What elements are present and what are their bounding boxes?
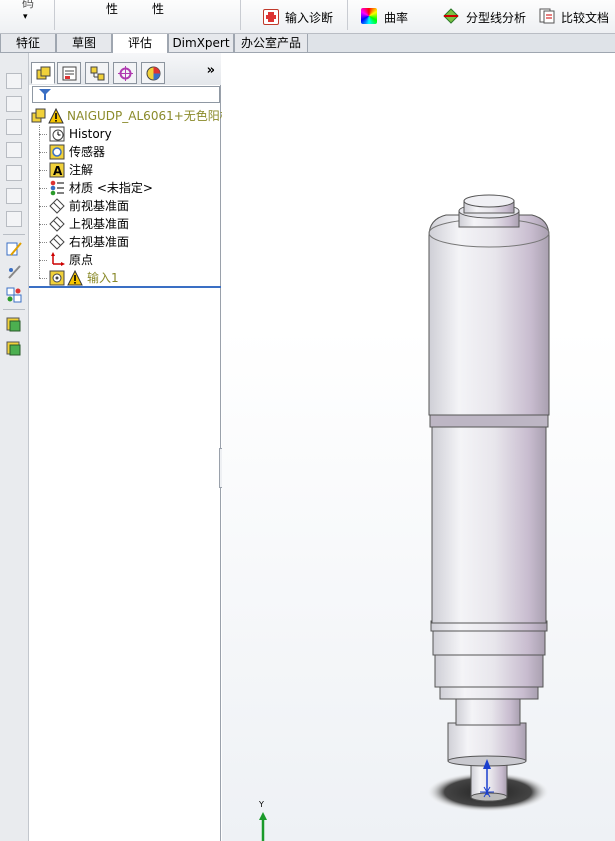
- compare-documents-icon[interactable]: [539, 8, 555, 24]
- curvature-icon[interactable]: [361, 8, 377, 24]
- origin-icon: [51, 252, 65, 266]
- toolbar-label-2[interactable]: 性: [152, 0, 164, 17]
- tree-branch: [39, 152, 47, 153]
- material-icon: [50, 180, 64, 196]
- component-icon[interactable]: [6, 317, 22, 333]
- view-cube-icon[interactable]: [6, 165, 22, 181]
- part-icon: [31, 108, 46, 123]
- dimxpert-manager-tab[interactable]: [113, 62, 137, 84]
- compare-documents-button[interactable]: 比较文档: [561, 9, 609, 26]
- rollback-bar[interactable]: [29, 286, 221, 288]
- warning-icon: [48, 108, 64, 124]
- curvature-button[interactable]: 曲率: [384, 9, 408, 26]
- tree-item-label: 上视基准面: [69, 217, 130, 231]
- import-feature-icon: [49, 270, 65, 286]
- tree-branch: [39, 278, 47, 279]
- triad-y-label: Y: [259, 800, 264, 809]
- import-diagnostics-button[interactable]: 输入诊断: [285, 9, 333, 26]
- toolbar-divider: [54, 0, 55, 30]
- property-manager-tab[interactable]: [57, 62, 81, 84]
- warning-icon: [67, 270, 83, 286]
- part-model: [426, 194, 550, 812]
- tree-item-label: 材质 <未指定>: [69, 181, 153, 195]
- view-cube-icon[interactable]: [6, 119, 22, 135]
- tree-item-label: 注解: [69, 163, 94, 177]
- tree-item-label: 前视基准面: [69, 199, 130, 213]
- feature-tree-filter[interactable]: [32, 86, 220, 103]
- tree-item-label: 输入1: [87, 271, 119, 285]
- relations-icon[interactable]: [6, 287, 22, 303]
- tree-branch: [39, 224, 47, 225]
- tree-branch: [39, 170, 47, 171]
- tree-branch: [39, 260, 47, 261]
- smart-dimension-icon[interactable]: [6, 264, 22, 280]
- command-manager: 码 ▾ 性 性 输入诊断 曲率 分型线分析 比较文档: [0, 0, 615, 34]
- tab-evaluate[interactable]: 评估: [112, 34, 168, 54]
- tab-sketch[interactable]: 草图: [56, 34, 112, 53]
- tree-item-label: History: [69, 127, 112, 141]
- solidworks-window: 码 ▾ 性 性 输入诊断 曲率 分型线分析 比较文档 特征 草图 评估 DimX…: [0, 0, 615, 841]
- tree-connector: [39, 125, 40, 278]
- toolbar-divider: [347, 0, 348, 30]
- command-tabs: 特征 草图 评估 DimXpert 办公室产品: [0, 34, 615, 54]
- import-diagnostics-icon[interactable]: [263, 9, 279, 25]
- view-cube-icon[interactable]: [6, 188, 22, 204]
- filter-icon: [39, 89, 51, 100]
- strip-divider: [3, 234, 25, 235]
- tab-dimxpert[interactable]: DimXpert: [168, 34, 234, 53]
- plane-icon: [49, 216, 65, 232]
- view-cube-icon[interactable]: [6, 96, 22, 112]
- tab-features[interactable]: 特征: [0, 34, 56, 53]
- configuration-manager-tab[interactable]: [85, 62, 109, 84]
- parting-line-analysis-button[interactable]: 分型线分析: [466, 9, 526, 26]
- dropdown-arrow-icon[interactable]: ▾: [23, 12, 28, 22]
- tree-item-label: 原点: [69, 253, 94, 267]
- more-tabs-icon[interactable]: »: [207, 63, 215, 78]
- tab-office-products[interactable]: 办公室产品: [234, 34, 308, 53]
- plane-icon: [49, 234, 65, 250]
- part-name: NAIGUDP_AL6061+无色阳极: [67, 109, 232, 123]
- view-cube-icon[interactable]: [6, 73, 22, 89]
- panel-tabs: »: [29, 53, 221, 85]
- tree-item-label: 右视基准面: [69, 235, 130, 249]
- axis-triad: Y: [256, 800, 270, 841]
- parting-line-icon[interactable]: [443, 8, 459, 24]
- display-manager-tab[interactable]: [141, 62, 165, 84]
- sensor-icon: [49, 144, 65, 160]
- plane-icon: [49, 198, 65, 214]
- annotation-icon: A: [49, 162, 65, 178]
- strip-divider: [3, 309, 25, 310]
- feature-manager-panel: » NAIGUDP_AL6061+无色阳极 History 传感器 A 注解 材…: [29, 53, 232, 841]
- view-toolbar-strip: [0, 53, 29, 841]
- history-icon: [49, 126, 65, 142]
- component-icon[interactable]: [6, 341, 22, 357]
- svg-text:A: A: [53, 164, 63, 178]
- toolbar-label-1[interactable]: 性: [106, 0, 118, 17]
- feature-tree-tab[interactable]: [31, 62, 55, 84]
- tree-branch: [39, 188, 47, 189]
- tree-branch: [39, 242, 47, 243]
- toolbar-divider: [240, 0, 241, 30]
- tree-root-part[interactable]: NAIGUDP_AL6061+无色阳极: [31, 107, 232, 125]
- toolbar-label-top: 码: [22, 0, 35, 10]
- view-cube-icon[interactable]: [6, 142, 22, 158]
- tree-item-label: 传感器: [69, 145, 106, 159]
- tree-branch: [39, 206, 47, 207]
- tree-branch: [39, 134, 47, 135]
- graphics-area[interactable]: Y: [222, 53, 615, 841]
- view-cube-icon[interactable]: [6, 211, 22, 227]
- sketch-edit-icon[interactable]: [6, 241, 22, 257]
